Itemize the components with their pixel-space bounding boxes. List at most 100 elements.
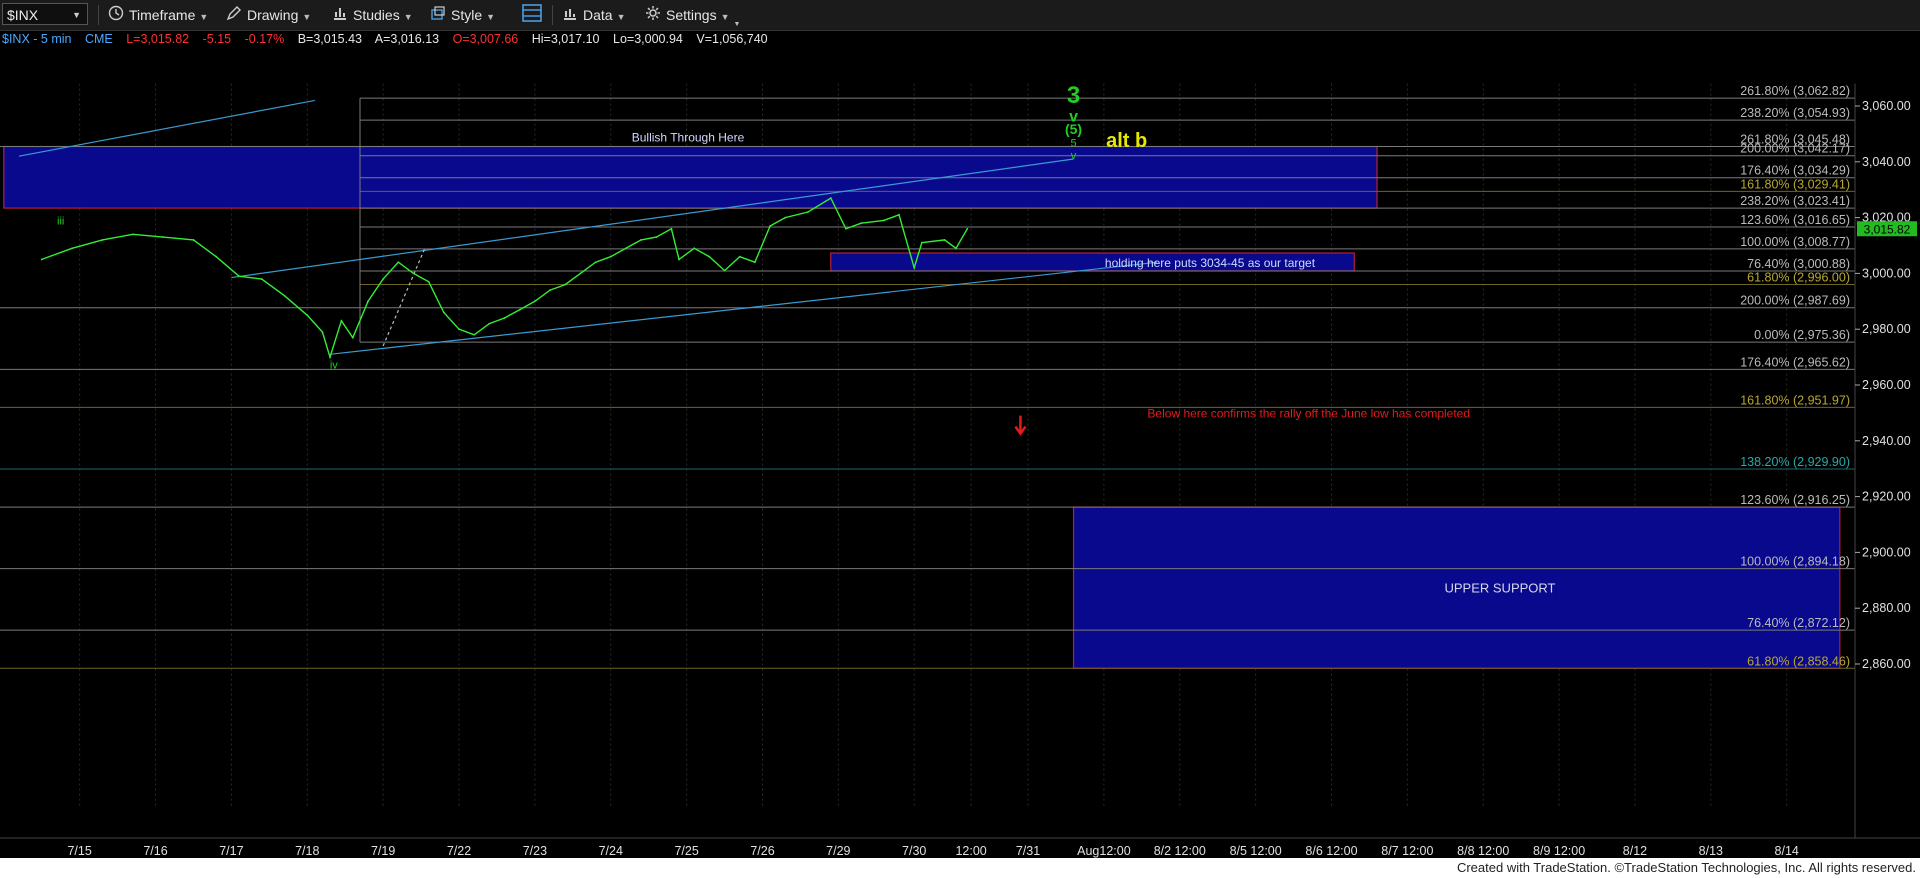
symbol-text: $INX [7, 7, 39, 23]
x-tick-label: 7/18 [295, 844, 319, 858]
quote-bar: $INX - 5 min CME L=3,015.82 -5.15 -0.17%… [2, 32, 778, 48]
price-point [860, 222, 863, 225]
annotation-label: 3 [1067, 82, 1080, 109]
price-chart[interactable]: 261.80% (3,062.82)238.20% (3,054.93)261.… [0, 30, 1920, 858]
fib-label: 176.40% (2,965.62) [1740, 355, 1850, 369]
x-tick-label: 7/23 [523, 844, 547, 858]
toolbar-separator [98, 5, 99, 25]
price-point [753, 261, 756, 264]
annotation-label: 5 [1070, 137, 1076, 149]
annotation-label: v [1071, 150, 1077, 162]
price-point [71, 247, 73, 250]
timeframe-menu[interactable]: Timeframe ▼ [108, 4, 208, 26]
more-caret-icon[interactable]: ▼ [734, 21, 741, 28]
price-point [829, 197, 832, 199]
x-tick-label: 7/17 [219, 844, 243, 858]
data-icon [562, 5, 578, 27]
annotation-label: (5) [1065, 121, 1082, 137]
toolbar-separator [552, 5, 553, 25]
price-point [283, 294, 286, 297]
quote-last: L=3,015.82 [126, 32, 190, 46]
bullish-zone-label: Bullish Through Here [632, 131, 745, 145]
down-arrow-icon [1014, 415, 1027, 436]
x-tick-label: 7/24 [599, 844, 623, 858]
upper-support-zone-label: UPPER SUPPORT [1444, 581, 1555, 596]
price-point [351, 336, 354, 339]
x-tick-label: 8/6 12:00 [1305, 844, 1357, 858]
timeframe-label: Timeframe [129, 7, 196, 23]
price-point [412, 272, 415, 275]
quote-bid: B=3,015.43 [297, 32, 362, 46]
settings-menu[interactable]: Settings ▼▼ [645, 4, 741, 28]
quote-symbol: $INX - 5 min [2, 32, 72, 46]
x-tick-label: 8/5 12:00 [1230, 844, 1282, 858]
price-point [784, 216, 787, 219]
price-point [518, 308, 521, 311]
gear-icon [645, 5, 661, 27]
x-tick-label: 7/26 [750, 844, 774, 858]
price-point [321, 331, 324, 333]
layout-button[interactable] [522, 4, 547, 26]
price-point [955, 247, 957, 250]
price-point [549, 289, 551, 292]
y-tick-label: 2,940.00 [1862, 434, 1911, 448]
quote-change: -5.15 [202, 32, 232, 46]
y-tick-label: 3,000.00 [1862, 266, 1911, 280]
price-point [723, 269, 726, 272]
price-point [397, 261, 400, 264]
x-tick-label: 8/14 [1775, 844, 1799, 858]
footer: Created with TradeStation. ©TradeStation… [0, 858, 1920, 878]
price-point [966, 227, 969, 230]
y-tick-label: 2,900.00 [1862, 545, 1911, 559]
clock-icon [108, 5, 124, 27]
price-point [609, 255, 612, 258]
symbol-input[interactable]: $INX ▼ [2, 3, 88, 25]
pen-icon [226, 5, 242, 27]
trendline [329, 261, 1158, 355]
price-point [738, 255, 741, 258]
price-point [678, 258, 680, 261]
price-point [579, 272, 582, 275]
fib-label: 176.40% (3,034.29) [1740, 164, 1850, 178]
price-point [192, 239, 195, 241]
credits-text: Created with TradeStation. ©TradeStation… [1456, 860, 1916, 875]
studies-menu[interactable]: Studies ▼ [332, 4, 413, 26]
drawing-menu[interactable]: Drawing ▼ [226, 4, 311, 26]
price-point [442, 311, 445, 314]
y-tick-label: 2,980.00 [1862, 322, 1911, 336]
price-point [306, 314, 309, 317]
price-point [215, 255, 218, 258]
price-point [131, 233, 134, 236]
fib-label: 238.20% (3,054.93) [1740, 106, 1850, 120]
quote-exchange: CME [84, 32, 113, 46]
price-point [920, 241, 923, 244]
fib-label: 138.20% (2,929.90) [1740, 455, 1850, 469]
data-menu[interactable]: Data ▼ [562, 4, 626, 26]
price-point [882, 219, 885, 222]
price-point [458, 328, 460, 331]
chevron-down-icon: ▼ [302, 12, 312, 22]
fib-label: 100.00% (3,008.77) [1740, 235, 1850, 249]
style-label: Style [451, 7, 483, 23]
x-tick-label: Aug12:00 [1077, 844, 1131, 858]
price-point [693, 247, 696, 250]
chevron-down-icon[interactable]: ▼ [72, 4, 81, 26]
price-point [708, 255, 711, 258]
x-tick-label: 8/9 12:00 [1533, 844, 1585, 858]
x-tick-label: 7/19 [371, 844, 395, 858]
style-menu[interactable]: Style ▼ [430, 4, 495, 26]
last-price-label: 3,015.82 [1864, 222, 1911, 236]
style-icon [430, 5, 446, 27]
studies-icon [332, 5, 348, 27]
x-tick-label: 8/2 12:00 [1154, 844, 1206, 858]
price-point [473, 333, 476, 336]
x-tick-label: 7/25 [674, 844, 698, 858]
fib-label: 123.60% (2,916.25) [1740, 493, 1850, 507]
y-tick-label: 2,860.00 [1862, 657, 1911, 671]
drawing-label: Drawing [247, 7, 299, 23]
y-tick-label: 3,040.00 [1862, 155, 1911, 169]
fib-label: 61.80% (2,858.46) [1747, 654, 1850, 668]
layout-icon [522, 4, 542, 28]
settings-label: Settings [666, 7, 717, 23]
quote-ask: A=3,016.13 [374, 32, 440, 46]
